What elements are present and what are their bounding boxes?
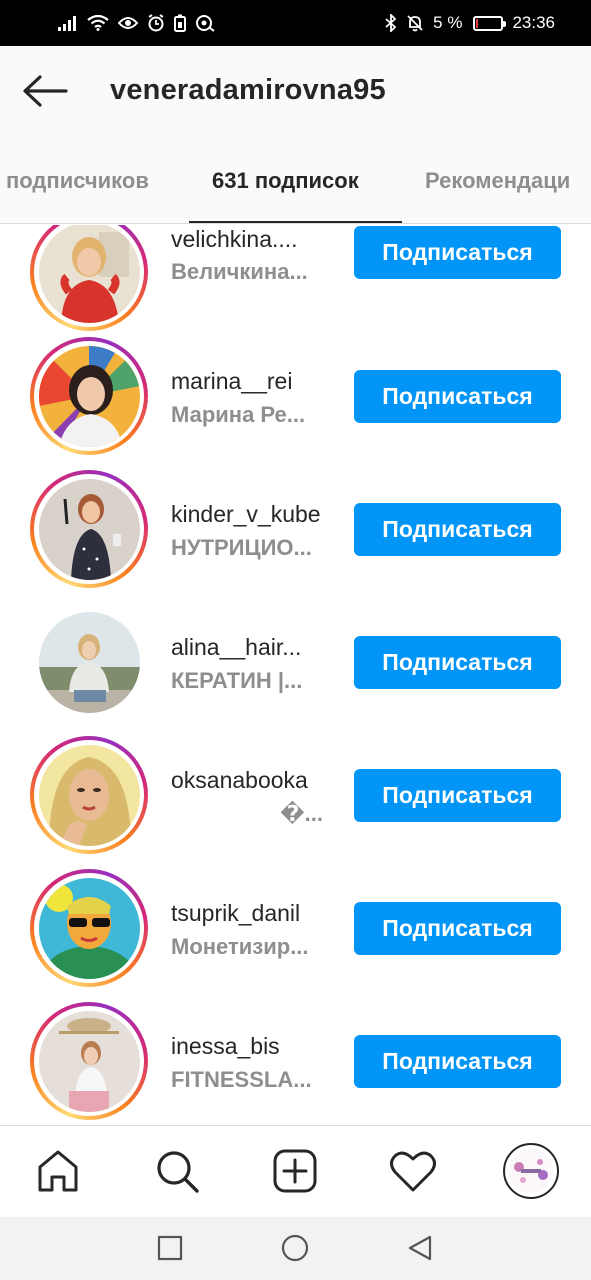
bluetooth-icon [385, 14, 397, 32]
wifi-icon [87, 15, 109, 31]
list-item: alina__hair... КЕРАТИН |... Подписаться [0, 603, 591, 736]
tab-bar: подписчиков 631 подписок Рекомендаци [0, 138, 591, 224]
battery-icon [473, 15, 507, 31]
follow-button[interactable]: Подписаться [354, 636, 561, 689]
follow-button[interactable]: Подписаться [354, 902, 561, 955]
avatar[interactable] [30, 470, 148, 588]
list-item: oksanabooka �... Подписаться [0, 736, 591, 869]
list-item: marina__rei Марина Ре... Подписаться [0, 337, 591, 470]
battery-saver-icon [174, 14, 186, 32]
profile-avatar [503, 1143, 559, 1199]
status-bar: 5 % 23:36 [0, 0, 591, 46]
alarm-icon [147, 14, 165, 32]
full-name: �... [280, 801, 323, 826]
eye-icon [118, 16, 138, 30]
arrow-left-icon [23, 75, 68, 107]
avatar[interactable] [30, 337, 148, 455]
add-post-icon[interactable] [270, 1146, 320, 1196]
tab-following[interactable]: 631 подписок [212, 168, 359, 194]
avatar[interactable] [30, 603, 148, 721]
username[interactable]: inessa_bis [171, 1033, 280, 1060]
tab-recommendations[interactable]: Рекомендаци [425, 168, 570, 194]
bottom-nav [0, 1125, 591, 1217]
active-tab-indicator [189, 221, 402, 223]
full-name: Марина Ре... [171, 402, 306, 427]
follow-button[interactable]: Подписаться [354, 769, 561, 822]
full-name: FITNESSLA... [171, 1067, 312, 1092]
full-name: Монетизир... [171, 934, 309, 959]
avatar[interactable] [30, 736, 148, 854]
list-item: velichkina.... Величкина... Подписаться [0, 225, 591, 346]
avatar[interactable] [30, 1002, 148, 1120]
heart-icon[interactable] [388, 1146, 438, 1196]
full-name: НУТРИЦИО... [171, 535, 312, 560]
username[interactable]: marina__rei [171, 368, 292, 395]
recents-square-icon[interactable] [155, 1233, 185, 1263]
following-list: velichkina.... Величкина... Подписаться … [0, 225, 591, 1125]
follow-button[interactable]: Подписаться [354, 370, 561, 423]
list-item: inessa_bis FITNESSLA... Подписаться [0, 1002, 591, 1125]
page-title: veneradamirovna95 [110, 74, 386, 106]
header: veneradamirovna95 [0, 46, 591, 138]
hotspot-icon [195, 14, 215, 32]
home-icon[interactable] [33, 1146, 83, 1196]
clock: 23:36 [512, 13, 555, 32]
list-item: tsuprik_danil Монетизир... Подписаться [0, 869, 591, 1002]
back-button[interactable] [20, 70, 70, 112]
username[interactable]: velichkina.... [171, 226, 298, 253]
avatar[interactable] [30, 225, 148, 331]
profile-icon[interactable] [503, 1143, 559, 1199]
username[interactable]: oksanabooka [171, 767, 308, 794]
status-left-icons [58, 14, 215, 32]
status-right-icons: 5 % 23:36 [385, 13, 555, 33]
avatar[interactable] [30, 869, 148, 987]
username[interactable]: tsuprik_danil [171, 900, 300, 927]
search-icon[interactable] [152, 1146, 202, 1196]
tab-followers[interactable]: подписчиков [6, 168, 149, 194]
follow-button[interactable]: Подписаться [354, 1035, 561, 1088]
username[interactable]: kinder_v_kube [171, 501, 321, 528]
battery-percent: 5 % [433, 13, 463, 32]
mute-bell-icon [406, 14, 424, 32]
battery-level [476, 18, 479, 28]
follow-button[interactable]: Подписаться [354, 503, 561, 556]
full-name: Величкина... [171, 259, 308, 284]
signal-icon [58, 15, 78, 31]
system-nav-bar [0, 1217, 591, 1280]
username[interactable]: alina__hair... [171, 634, 301, 661]
list-item: kinder_v_kube НУТРИЦИО... Подписаться [0, 470, 591, 603]
home-circle-icon[interactable] [280, 1233, 310, 1263]
full-name: КЕРАТИН |... [171, 668, 303, 693]
follow-button[interactable]: Подписаться [354, 226, 561, 279]
back-triangle-icon[interactable] [405, 1233, 435, 1263]
